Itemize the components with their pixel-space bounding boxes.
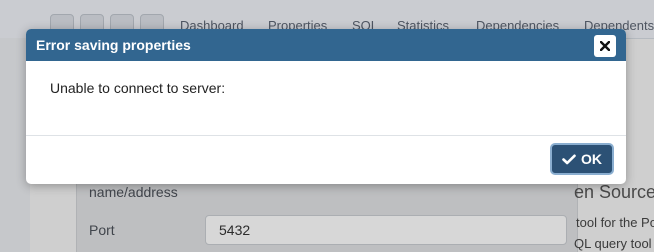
close-icon: [600, 41, 610, 51]
ok-button-label: OK: [581, 151, 602, 167]
close-button[interactable]: [594, 35, 616, 57]
ok-button[interactable]: OK: [550, 143, 614, 175]
check-icon: [562, 154, 576, 164]
app-window: Dashboard Properties SQL Statistics Depe…: [0, 0, 654, 252]
dialog-title: Error saving properties: [36, 37, 191, 53]
error-message: Unable to connect to server:: [50, 80, 226, 96]
dialog-body: Unable to connect to server:: [26, 61, 626, 136]
error-dialog: Error saving properties Unable to connec…: [26, 29, 626, 184]
dialog-header: Error saving properties: [26, 29, 626, 61]
